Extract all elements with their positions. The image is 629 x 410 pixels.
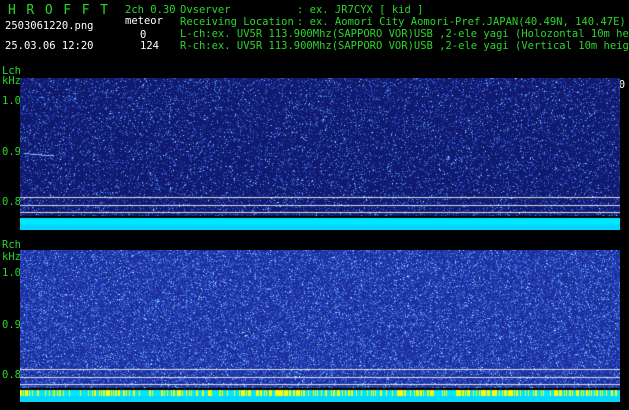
rch-ylabel-1-0: 1.0 — [2, 267, 21, 279]
observer-label: Ovserver — [180, 4, 231, 16]
observer-value: : ex. JR7CYX [ kid ] — [297, 4, 424, 16]
app-logo: HROFFT — [8, 3, 119, 18]
lch-ylabel-0-8: 0.8 — [2, 196, 21, 208]
filename-label: 2503061220.png — [5, 20, 94, 32]
version-label: 2ch 0.30 — [125, 4, 176, 16]
rch-info: R-ch:ex. UV5R 113.900Mhz(SAPPORO VOR)USB… — [180, 40, 629, 52]
rch-spectrogram — [20, 250, 620, 402]
rch-ylabel-0-8: 0.8 — [2, 369, 21, 381]
lch-meteor-count: 0 — [140, 29, 147, 41]
rch-meteor-count: 124 — [140, 40, 159, 52]
meteor-label: meteor — [125, 15, 163, 27]
lch-unit-label: kHz — [2, 75, 21, 87]
lch-spectrogram — [20, 78, 620, 230]
rch-ylabel-0-9: 0.9 — [2, 319, 21, 331]
lch-ylabel-0-9: 0.9 — [2, 146, 21, 158]
rch-channel-label: Rch — [2, 239, 21, 251]
lch-ylabel-1-0: 1.0 — [2, 95, 21, 107]
lch-info: L-ch:ex. UV5R 113.900Mhz(SAPPORO VOR)USB… — [180, 28, 629, 40]
location-label: Receiving Location — [180, 16, 294, 28]
rch-unit-label: kHz — [2, 251, 21, 263]
location-value: : ex. Aomori City Aomori-Pref.JAPAN(40.4… — [297, 16, 626, 28]
datetime-label: 25.03.06 12:20 — [5, 40, 94, 52]
